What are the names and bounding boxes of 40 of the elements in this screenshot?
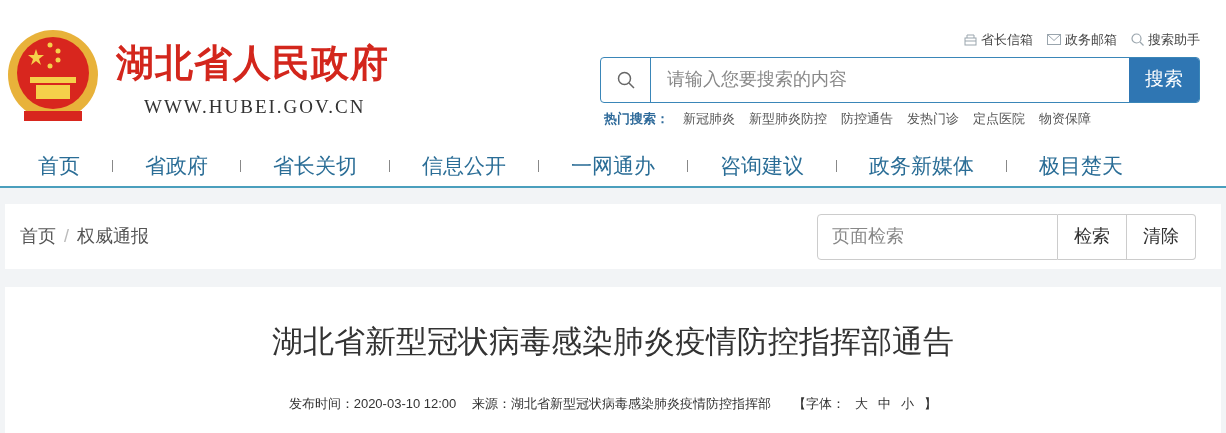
hot-search-link[interactable]: 防控通告 xyxy=(841,108,893,128)
breadcrumb-separator: / xyxy=(64,225,69,248)
mailbox-icon xyxy=(964,33,977,46)
breadcrumb-link[interactable]: 权威通报 xyxy=(77,223,149,250)
search-bar[interactable]: 请输入您要搜索的内容 搜索 xyxy=(600,56,1200,103)
site-title: 湖北省人民政府 xyxy=(116,41,389,85)
font-size-label: 【字体： xyxy=(793,394,846,413)
page-search-field[interactable]: 页面检索 xyxy=(817,213,1058,260)
nav-link[interactable]: 一网通办 xyxy=(571,149,655,182)
hot-search-link[interactable]: 发热门诊 xyxy=(907,108,959,128)
nav-link[interactable]: 首页 xyxy=(38,149,80,182)
mail-icon xyxy=(1047,34,1061,46)
font-size-link[interactable]: 大 xyxy=(855,393,869,413)
article-source: 来源：湖北省新型冠状病毒感染肺炎疫情防控指挥部 xyxy=(472,394,772,413)
breadcrumb-link[interactable]: 首页 xyxy=(20,223,56,250)
hot-search-link[interactable]: 新型肺炎防控 xyxy=(749,108,827,128)
nav-link[interactable]: 省政府 xyxy=(145,149,208,182)
font-size-bracket: 】 xyxy=(924,394,938,413)
publish-time: 发布时间：2020-03-10 12:00 xyxy=(288,394,457,413)
nav-link[interactable]: 省长关切 xyxy=(273,149,357,182)
search-icon xyxy=(1131,33,1144,47)
search-button[interactable]: 搜索 xyxy=(1129,57,1199,102)
page-search-button[interactable]: 清除 xyxy=(1127,213,1196,260)
font-size-link[interactable]: 中 xyxy=(878,393,892,413)
nav-link[interactable]: 信息公开 xyxy=(422,149,506,182)
search-icon xyxy=(616,70,635,89)
site-domain: WWW.HUBEI.GOV.CN xyxy=(144,95,367,119)
font-size-link[interactable]: 小 xyxy=(901,393,915,413)
nav-link[interactable]: 政务新媒体 xyxy=(869,149,974,182)
hot-search-label: 热门搜索： xyxy=(604,109,669,128)
hot-search-link[interactable]: 新冠肺炎 xyxy=(683,108,735,128)
article-title: 湖北省新型冠状病毒感染肺炎疫情防控指挥部通告 xyxy=(272,323,954,361)
top-link[interactable]: 搜索助手 xyxy=(1131,30,1200,50)
top-link[interactable]: 省长信箱 xyxy=(964,30,1033,50)
hot-search-link[interactable]: 物资保障 xyxy=(1039,108,1091,128)
nav-link[interactable]: 极目楚天 xyxy=(1039,149,1123,182)
hot-search-link[interactable]: 定点医院 xyxy=(973,108,1025,128)
page-search-button[interactable]: 检索 xyxy=(1058,213,1127,260)
nav-link[interactable]: 咨询建议 xyxy=(720,149,804,182)
top-link[interactable]: 政务邮箱 xyxy=(1047,30,1117,50)
